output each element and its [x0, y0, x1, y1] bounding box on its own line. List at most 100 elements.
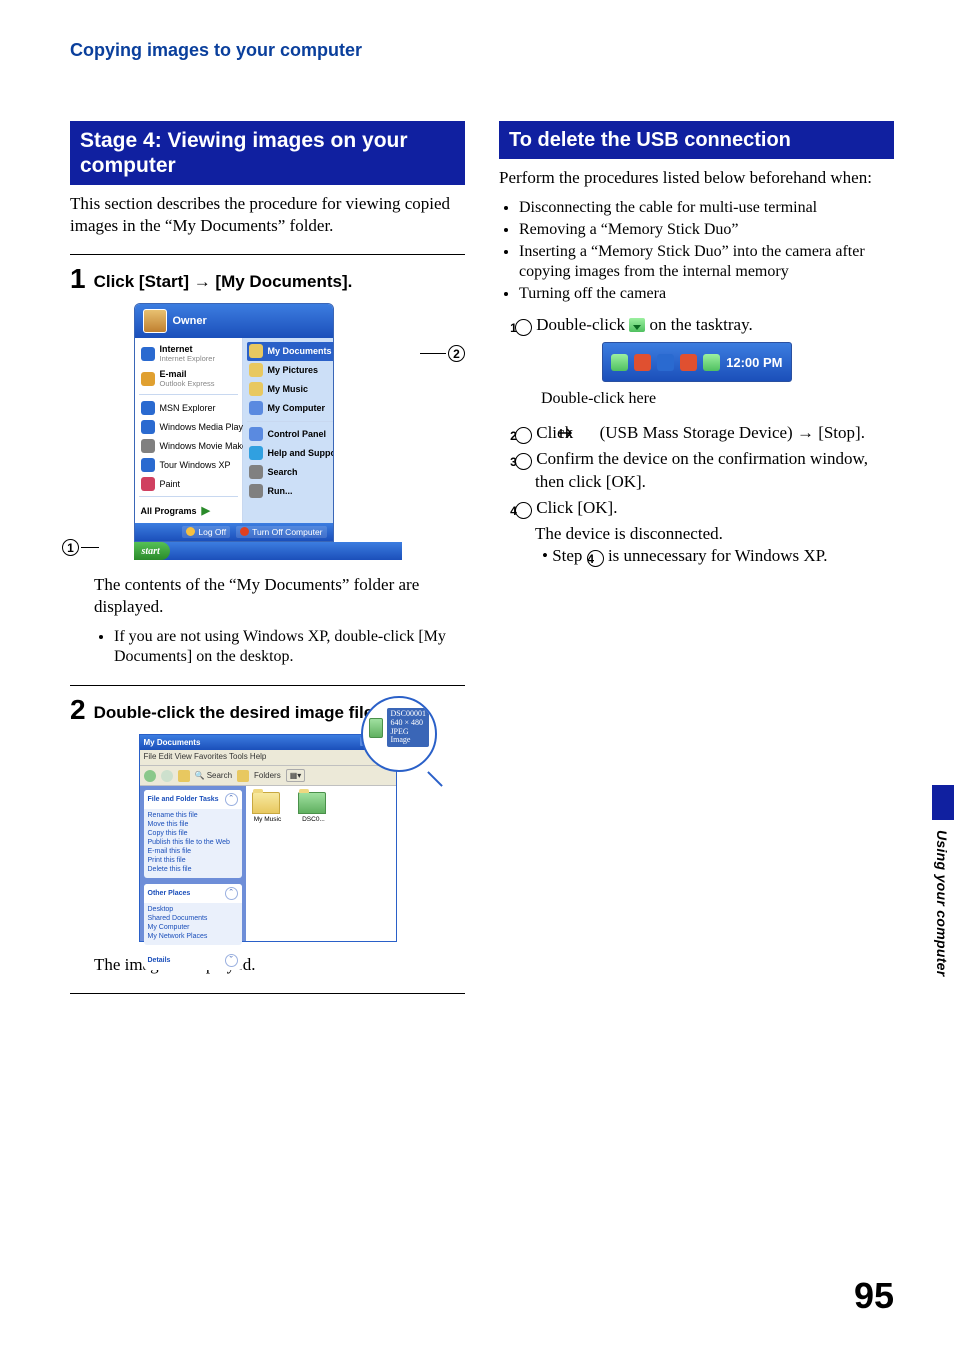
step-1-note-item: If you are not using Windows XP, double-…	[114, 627, 465, 667]
bullet-item: Removing a “Memory Stick Duo”	[519, 220, 894, 240]
enum-2-text-post: (USB Mass Storage Device) → [Stop].	[595, 423, 865, 442]
chevron-down-icon: ˇ	[225, 954, 238, 967]
task-link[interactable]: Publish this file to the Web	[148, 838, 238, 847]
enum-4-text: Click [OK].	[536, 498, 617, 517]
start-menu-user: Owner	[173, 315, 207, 327]
step-1: 1 Click [Start] → [My Documents].	[70, 265, 465, 293]
chevron-up-icon: ˆ	[225, 887, 238, 900]
back-icon[interactable]	[144, 770, 156, 782]
enum-4-inline-ref: 4	[587, 550, 604, 567]
panel2-head[interactable]: Other Placesˆ	[144, 884, 242, 903]
callout-1: 1	[62, 539, 99, 556]
folder-title: My Documents	[144, 738, 201, 747]
start-button[interactable]: start	[134, 542, 170, 560]
separator	[70, 993, 465, 994]
start-menu-item[interactable]: InternetInternet Explorer	[139, 342, 238, 367]
enum-1-text-post: on the tasktray.	[645, 315, 752, 334]
folder-titlebar: My Documents	[140, 735, 396, 750]
chevron-up-icon: ˆ	[225, 793, 238, 806]
my-documents-item[interactable]: My Documents	[247, 342, 334, 361]
task-link[interactable]: Rename this file	[148, 811, 238, 820]
side-tab	[932, 785, 954, 820]
up-icon[interactable]	[178, 770, 190, 782]
task-link[interactable]: Delete this file	[148, 865, 238, 874]
running-head: Copying images to your computer	[70, 40, 894, 61]
content-columns: Stage 4: Viewing images on your computer…	[70, 121, 894, 1004]
enum-1-num: 1	[515, 319, 532, 336]
start-menu-item[interactable]: Help and Support	[247, 444, 334, 463]
file-icon	[369, 718, 383, 738]
mag-type: JPEG Image	[390, 728, 426, 746]
folders-tool[interactable]: Folders	[254, 771, 281, 780]
forward-icon[interactable]	[161, 770, 173, 782]
stage4-intro: This section describes the procedure for…	[70, 193, 465, 236]
folders-icon[interactable]	[237, 770, 249, 782]
callout-2: 2	[420, 345, 465, 362]
magnifier-callout: DSC00001 640 × 480 JPEG Image	[361, 696, 437, 772]
enum-4-sub: The device is disconnected.	[499, 523, 894, 545]
logoff-button[interactable]: Log Off	[182, 526, 230, 538]
enum-3-num: 3	[515, 453, 532, 470]
place-link[interactable]: My Computer	[148, 923, 238, 932]
start-menu-item[interactable]: E-mailOutlook Express	[139, 367, 238, 392]
tray-icon[interactable]	[634, 354, 651, 371]
folder-window: My Documents File Edit View Favorites To…	[139, 734, 397, 942]
start-menu-item[interactable]: Windows Movie Maker	[139, 436, 238, 455]
folder-toolbar: 🔍 Search Folders ▦▾	[140, 766, 396, 786]
start-menu-item[interactable]: Paint	[139, 474, 238, 493]
enum-4: 4 Click [OK].	[499, 497, 894, 519]
start-menu-item[interactable]: Tour Windows XP	[139, 455, 238, 474]
task-link[interactable]: E-mail this file	[148, 847, 238, 856]
folder-item[interactable]: My Music	[252, 792, 284, 823]
place-link[interactable]: Desktop	[148, 905, 238, 914]
enum-3: 3 Confirm the device on the confirmation…	[499, 448, 894, 492]
tray-icon[interactable]	[657, 354, 674, 371]
place-link[interactable]: My Network Places	[148, 932, 238, 941]
image-file-item[interactable]: DSC0...	[298, 792, 330, 823]
start-menu-figure: Owner InternetInternet ExplorerE-mailOut…	[70, 303, 465, 561]
tray-icon[interactable]	[680, 354, 697, 371]
start-menu-item[interactable]: Windows Media Player	[139, 417, 238, 436]
enum-1: 1 Double-click on the tasktray.	[499, 314, 894, 336]
place-link[interactable]: Shared Documents	[148, 914, 238, 923]
enum-2: 2 Click (USB Mass Storage Device) → [Sto…	[499, 422, 894, 444]
start-menu-item[interactable]: Search	[247, 463, 334, 482]
start-menu-right-panel: My DocumentsMy PicturesMy MusicMy Comput…	[243, 338, 334, 524]
bullet-item: Disconnecting the cable for multi-use te…	[519, 198, 894, 218]
side-section-label: Using your computer	[934, 830, 950, 977]
views-icon[interactable]: ▦▾	[286, 769, 306, 782]
folder-menus[interactable]: File Edit View Favorites Tools Help	[144, 752, 267, 763]
start-menu-item[interactable]: Run...	[247, 482, 334, 501]
task-link[interactable]: Print this file	[148, 856, 238, 865]
folder-window-figure: My Documents File Edit View Favorites To…	[70, 734, 465, 942]
safe-remove-tray-icon[interactable]	[611, 354, 628, 371]
all-programs[interactable]: All Programs▶	[139, 500, 238, 519]
delete-usb-intro: Perform the procedures listed below befo…	[499, 167, 894, 188]
folder-main: My Music DSC0...	[246, 786, 396, 941]
panel1-head[interactable]: File and Folder Tasksˆ	[144, 790, 242, 809]
left-column: Stage 4: Viewing images on your computer…	[70, 121, 465, 1004]
start-menu-item[interactable]: MSN Explorer	[139, 398, 238, 417]
bullet-item: Inserting a “Memory Stick Duo” into the …	[519, 242, 894, 282]
turnoff-button[interactable]: Turn Off Computer	[236, 526, 326, 538]
start-menu: Owner InternetInternet ExplorerE-mailOut…	[134, 303, 334, 543]
usb-device-icon	[577, 424, 595, 438]
search-tool[interactable]: 🔍 Search	[195, 771, 233, 780]
enum-4-note: • Step 4 is unnecessary for Windows XP.	[499, 545, 894, 567]
start-menu-item[interactable]: My Music	[247, 380, 334, 399]
enum-3-text: Confirm the device on the confirmation w…	[535, 449, 868, 490]
panel3-head[interactable]: Detailsˇ	[144, 951, 242, 970]
step-2-result: The image is displayed.	[70, 954, 465, 975]
task-link[interactable]: Move this file	[148, 820, 238, 829]
start-menu-header: Owner	[135, 304, 333, 338]
task-link[interactable]: Copy this file	[148, 829, 238, 838]
taskbar: start	[134, 542, 402, 560]
tray-icon[interactable]	[703, 354, 720, 371]
stage4-heading: Stage 4: Viewing images on your computer	[70, 121, 465, 185]
start-menu-item[interactable]: My Pictures	[247, 361, 334, 380]
tasktray: 12:00 PM	[602, 342, 792, 382]
safe-remove-icon	[629, 318, 645, 332]
start-menu-item[interactable]: My Computer	[247, 399, 334, 418]
start-menu-item[interactable]: Control Panel	[247, 425, 334, 444]
step-1-notes: If you are not using Windows XP, double-…	[70, 627, 465, 667]
